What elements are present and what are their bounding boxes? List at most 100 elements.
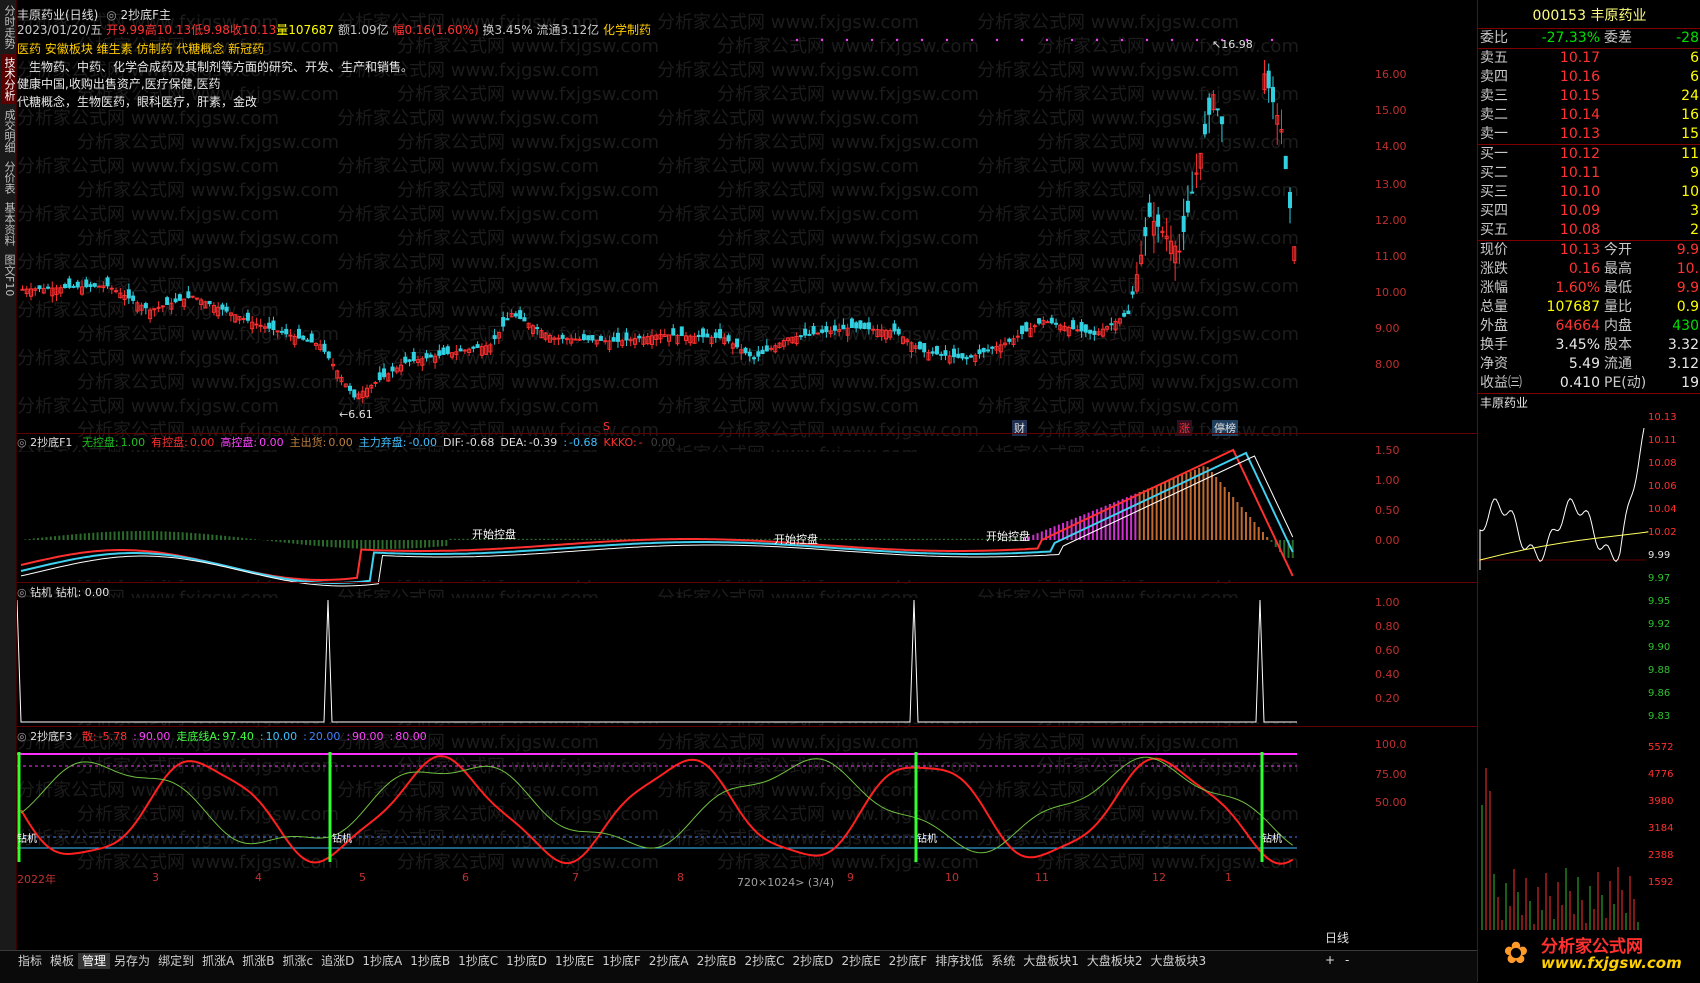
candle-body [1054,322,1059,325]
candle-body [1215,108,1220,111]
bottom-tab[interactable]: 管理 [78,953,111,969]
price-tick: 13.00 [1375,178,1407,191]
stat-value: 430 [1672,318,1699,334]
site-logo: ✿ 分析家公式网 www.fxjgsw.com [1495,930,1695,978]
weibi-value: -27.33% [1541,30,1600,46]
x-tick: 3 [152,871,159,884]
mini-vol-tick: 1592 [1648,877,1673,888]
candle-body [305,339,310,342]
bid-book: 买一 10.12 11 买二 10.11 9 买三 10.10 10 买四 10.09 3 买五 10.0… [1478,145,1700,241]
f2-name[interactable]: 钻机 [30,586,52,599]
tab-technical[interactable]: 技术分析 [1,54,16,104]
f1-item: 高控盘: 0.00 [220,436,283,449]
candle-body [1190,191,1195,194]
x-tick: 1 [1225,871,1232,884]
f1-name[interactable]: 2抄底F1 [30,436,72,449]
bottom-tab[interactable]: 2抄底D [789,953,838,969]
f3-item-label: : [346,730,351,743]
bottom-tab[interactable]: 追涨D [317,953,358,969]
stat-value: 3.45% [1555,337,1600,353]
bottom-tab[interactable]: 1抄底B [406,953,454,969]
candle-body [1130,291,1135,295]
bottom-tab[interactable]: 大盘板块2 [1083,953,1147,969]
f3-name[interactable]: 2抄底F3 [30,730,72,743]
bottom-tab[interactable]: 排序找低 [931,953,987,969]
bottom-tab[interactable]: 2抄底F [885,953,932,969]
mini-chart-title: 丰原药业 [1480,396,1529,410]
bottom-tab[interactable]: 1抄底A [358,953,406,969]
bids-price: 10.08 [1559,222,1600,238]
chart-area[interactable]: 分析家公式网 www.fxjgsw.com 分析家公式网 www.fxjgsw.c… [17,0,1477,950]
candle-body [46,286,51,289]
asks-row: 卖一 10.13 15 [1478,125,1700,144]
candle-body [309,333,314,343]
bottom-tab[interactable]: 指标 [14,953,46,969]
tab-trade-detail[interactable]: 成交明细 [1,106,16,156]
stat-row: 净资 5.49 流通 3.12 [1478,355,1700,374]
bottom-tab[interactable]: 2抄底C [741,953,789,969]
bottom-tab[interactable]: 大盘板块3 [1147,953,1211,969]
f3-item-value: 97.40 [222,730,254,743]
chart-canvas [17,38,1317,865]
candle-body [390,366,395,372]
candle-body [1088,329,1093,334]
bottom-tab[interactable]: 抓涨A [198,953,238,969]
bottom-tab[interactable]: 2抄底A [645,953,693,969]
candle-body [832,325,837,331]
zoom-out-button[interactable]: - [1345,953,1349,967]
tab-price-table[interactable]: 分价表 [1,158,16,197]
bottom-tab[interactable]: 1抄底F [598,953,645,969]
weibi-row: 委比 -27.33% 委差 -28 [1478,29,1700,49]
candle-body [186,291,191,299]
panel-divider [17,726,1477,727]
f1-item: KKKO: - [604,436,643,449]
bids-volume: 10 [1681,184,1699,200]
candle-body [1024,322,1029,332]
candle-body [71,285,76,288]
price-tick: 12.00 [1375,214,1407,227]
f3-item-value: 80.00 [395,730,427,743]
candle-body [1015,335,1020,338]
asks-volume: 6 [1690,69,1699,85]
tab-f10[interactable]: 图文F10 [1,251,16,299]
bottom-tab[interactable]: 另存为 [110,953,154,969]
tab-intraday[interactable]: 分时走势 [1,2,16,52]
stat-value: 10.13 [1559,242,1600,258]
candle-body [254,323,259,326]
ask-book: 卖五 10.17 6 卖四 10.16 6 卖三 10.15 24 卖二 10.14 16 卖一 10.1… [1478,49,1700,145]
mini-price-tick: 9.92 [1648,619,1670,630]
bottom-tab[interactable]: 抓涨c [279,953,318,969]
mini-price-tick: 9.88 [1648,665,1670,676]
candle-body [815,332,820,335]
collapse-icon[interactable]: ◎ [17,730,27,743]
bottom-tab[interactable]: 1抄底E [551,953,598,969]
f3-tick: 50.00 [1375,796,1407,809]
candle-body [556,337,561,340]
candle-body [603,340,608,343]
candle-body [126,289,131,299]
bottom-tab[interactable]: 2抄底B [693,953,741,969]
bottom-tab[interactable]: 抓涨B [238,953,278,969]
zoom-in-button[interactable]: + [1325,953,1335,967]
candle-body [586,335,591,341]
tab-fundamentals[interactable]: 基本资料 [1,199,16,249]
f3-header: ◎ 2抄底F3 散: -5.78:90.00 走底线A: 97.40:10.00:20… [17,728,427,744]
candle-body [267,322,272,329]
bottom-tab[interactable]: 2抄底E [837,953,884,969]
bottom-tab[interactable]: 绑定到 [154,953,198,969]
signal-dot [995,38,999,42]
period-selector[interactable]: 日线 [1325,929,1349,946]
bottom-tab[interactable]: 1抄底D [502,953,551,969]
bottom-tab[interactable]: 大盘板块1 [1019,953,1083,969]
f3-item-value: -5.78 [98,730,128,743]
candle-body [377,372,382,381]
bottom-tab[interactable]: 模板 [46,953,78,969]
stat-value: 5.49 [1568,356,1600,372]
f3-tick: 100.0 [1375,738,1407,751]
collapse-icon[interactable]: ◎ [17,436,27,449]
f1-indicator [17,448,1317,587]
bottom-tab[interactable]: 系统 [987,953,1019,969]
bottom-tab[interactable]: 1抄底C [454,953,502,969]
collapse-icon[interactable]: ◎ [17,586,27,599]
candle-body [756,351,761,357]
